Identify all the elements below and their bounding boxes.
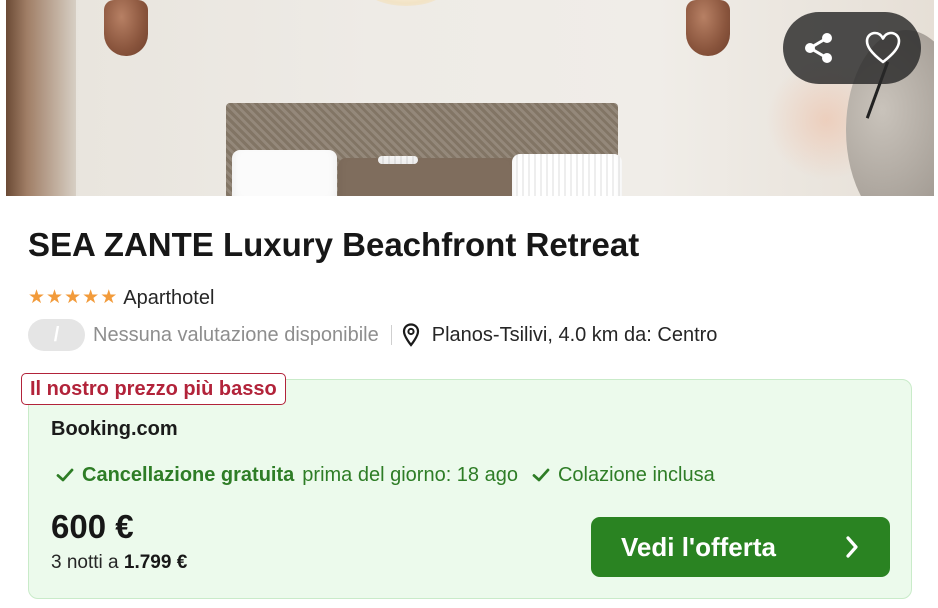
photo-pillow — [378, 156, 418, 164]
photo-pillow — [338, 158, 518, 196]
star-icon: ★ — [64, 287, 82, 308]
check-icon — [532, 468, 550, 482]
star-icon: ★ — [100, 287, 118, 308]
photo-wall-lamp — [104, 0, 148, 56]
rating-text: Nessuna valutazione disponibile — [93, 323, 379, 346]
view-offer-label: Vedi l'offerta — [621, 531, 776, 562]
offer-provider: Booking.com — [51, 418, 178, 440]
photo-pillow — [512, 154, 622, 196]
divider — [390, 325, 392, 345]
rating-location-row: / Nessuna valutazione disponibile Planos… — [28, 318, 717, 352]
star-icon: ★ — [28, 287, 46, 308]
free-cancellation-label: Cancellazione gratuita — [82, 463, 295, 486]
hotel-card: SEA ZANTE Luxury Beachfront Retreat ★ ★ … — [6, 0, 934, 608]
photo-wall-edge — [6, 0, 76, 196]
total-price-line: 3 notti a 1.799 € — [51, 552, 187, 574]
photo-pillow — [232, 150, 337, 196]
lowest-price-badge: Il nostro prezzo più basso — [21, 373, 286, 405]
share-button[interactable] — [797, 26, 841, 70]
share-icon — [805, 33, 832, 63]
star-icon: ★ — [46, 287, 64, 308]
star-icon: ★ — [82, 287, 100, 308]
breakfast-included-label: Colazione inclusa — [557, 463, 715, 486]
rating-badge: / — [28, 319, 85, 351]
chevron-right-icon — [846, 536, 858, 558]
price-per-night: 600 € — [51, 508, 134, 545]
hotel-name[interactable]: SEA ZANTE Luxury Beachfront Retreat — [28, 226, 639, 264]
cancellation-deadline: prima del giorno: 18 ago — [302, 463, 518, 486]
map-pin-icon — [402, 323, 419, 347]
check-icon — [56, 468, 74, 482]
nights-count: 3 notti a — [51, 552, 124, 573]
star-rating: ★ ★ ★ ★ ★ — [28, 288, 117, 308]
offer-features: Cancellazione gratuita prima del giorno:… — [56, 462, 715, 488]
photo-ceiling-light — [366, 0, 446, 6]
photo-wall-lamp — [686, 0, 730, 56]
photo-actions — [783, 12, 921, 84]
total-price: 1.799 € — [123, 552, 188, 573]
favorite-button[interactable] — [861, 26, 905, 70]
view-offer-button[interactable]: Vedi l'offerta — [591, 517, 890, 577]
accommodation-type: Aparthotel — [123, 286, 215, 309]
heart-icon — [865, 31, 901, 64]
hotel-category: ★ ★ ★ ★ ★ Aparthotel — [28, 286, 214, 310]
location-text[interactable]: Planos-Tsilivi, 4.0 km da: Centro — [432, 324, 718, 347]
